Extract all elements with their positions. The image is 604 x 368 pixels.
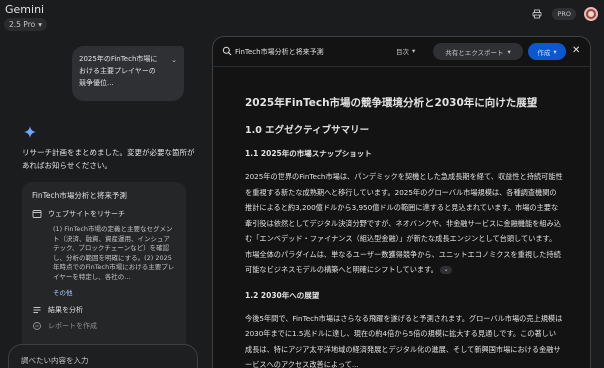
plan-step-report: レポートを作成	[32, 321, 176, 331]
top-right-actions: PRO	[530, 7, 598, 21]
report-document: 2025年FinTech市場の競争環境分析と2030年に向けた展望 1.0 エグ…	[245, 95, 563, 368]
print-icon[interactable]	[530, 7, 544, 21]
paragraph: 2025年の世界のFinTech市場は、パンデミックを契機とした急成長期を経て、…	[245, 169, 563, 278]
user-message-bubble[interactable]: 2025年のFinTech市場における主要プレイヤーの競争優位... ⌄	[72, 46, 184, 101]
list-icon	[33, 307, 41, 313]
plan-step-research: ウェブサイトをリサーチ	[32, 209, 176, 219]
more-link[interactable]: その他	[53, 287, 176, 297]
top-bar: Gemini 2.5 Pro ▾ PRO	[0, 0, 604, 34]
chevron-down-icon: ▾	[412, 47, 416, 55]
conversation-pane: 2025年のFinTech市場における主要プレイヤーの競争優位... ⌄ リサー…	[0, 34, 205, 368]
paragraph-text: 2025年の世界のFinTech市場は、パンデミックを契機とした急成長期を経て、…	[245, 172, 563, 274]
document-icon	[33, 322, 41, 330]
chevron-down-icon: ▾	[553, 47, 557, 56]
globe-window-icon	[32, 210, 42, 218]
subsection-heading: 1.2 2030年への展望	[245, 290, 320, 300]
section-heading: 1.0 エグゼクティブサマリー	[245, 125, 370, 136]
subsection-heading: 1.1 2025年の市場スナップショット	[245, 149, 372, 158]
toc-button[interactable]: 目次 ▾	[396, 46, 415, 56]
research-icon	[222, 46, 232, 56]
plan-step-analyze: 結果を分析	[32, 305, 176, 315]
report-panel: FinTech市場分析と将来予測 目次 ▾ 共有とエクスポート ▾ 作成 ▾ ✕…	[212, 36, 591, 368]
pro-badge: PRO	[552, 8, 576, 20]
paragraph: 今後5年間で、FinTech市場はさらなる飛躍を遂げると予測されます。グローバル…	[245, 313, 563, 368]
create-label: 作成	[537, 48, 551, 57]
plan-step-label: 結果を分析	[48, 306, 83, 314]
plan-title: FinTech市場分析と将来予測	[32, 191, 127, 200]
avatar[interactable]	[584, 7, 598, 21]
chevron-down-icon: ▾	[38, 20, 42, 29]
toc-label: 目次	[396, 48, 409, 56]
share-export-button[interactable]: 共有とエクスポート ▾	[433, 43, 523, 60]
create-button[interactable]: 作成 ▾	[528, 43, 566, 60]
close-icon[interactable]: ✕	[572, 45, 580, 56]
document-title: 2025年FinTech市場の競争環境分析と2030年に向けた展望	[245, 97, 538, 109]
prompt-input-placeholder: 調べたい内容を入力	[21, 356, 89, 365]
research-plan-card[interactable]: FinTech市場分析と将来予測 ウェブサイトをリサーチ (1) FinTech…	[22, 182, 186, 352]
gemini-spark-icon	[24, 126, 36, 138]
share-label: 共有とエクスポート	[445, 48, 504, 57]
plan-step-label: レポートを作成	[48, 322, 97, 330]
panel-header: FinTech市場分析と将来予測 目次 ▾ 共有とエクスポート ▾ 作成 ▾ ✕	[213, 37, 590, 67]
citation-chip[interactable]: ⌄	[440, 266, 453, 274]
plan-step-label: ウェブサイトをリサーチ	[48, 210, 125, 218]
expand-chevron-icon[interactable]: ⌄	[171, 54, 177, 66]
plan-step-detail: (1) FinTech市場の定義と主要なセグメント（決済、融資、資産運用、インシ…	[53, 225, 175, 281]
chevron-down-icon: ▾	[507, 47, 511, 56]
model-selector[interactable]: 2.5 Pro ▾	[4, 18, 47, 31]
app-title[interactable]: Gemini	[5, 3, 44, 16]
assistant-reply: リサーチ計画をまとめました。変更が必要な箇所があればお知らせください。	[22, 148, 195, 170]
panel-title: FinTech市場分析と将来予測	[235, 48, 324, 56]
model-label: 2.5 Pro	[9, 20, 36, 29]
prompt-input[interactable]: 調べたい内容を入力	[8, 344, 198, 368]
user-message-text: 2025年のFinTech市場における主要プレイヤーの競争優位...	[79, 55, 158, 87]
